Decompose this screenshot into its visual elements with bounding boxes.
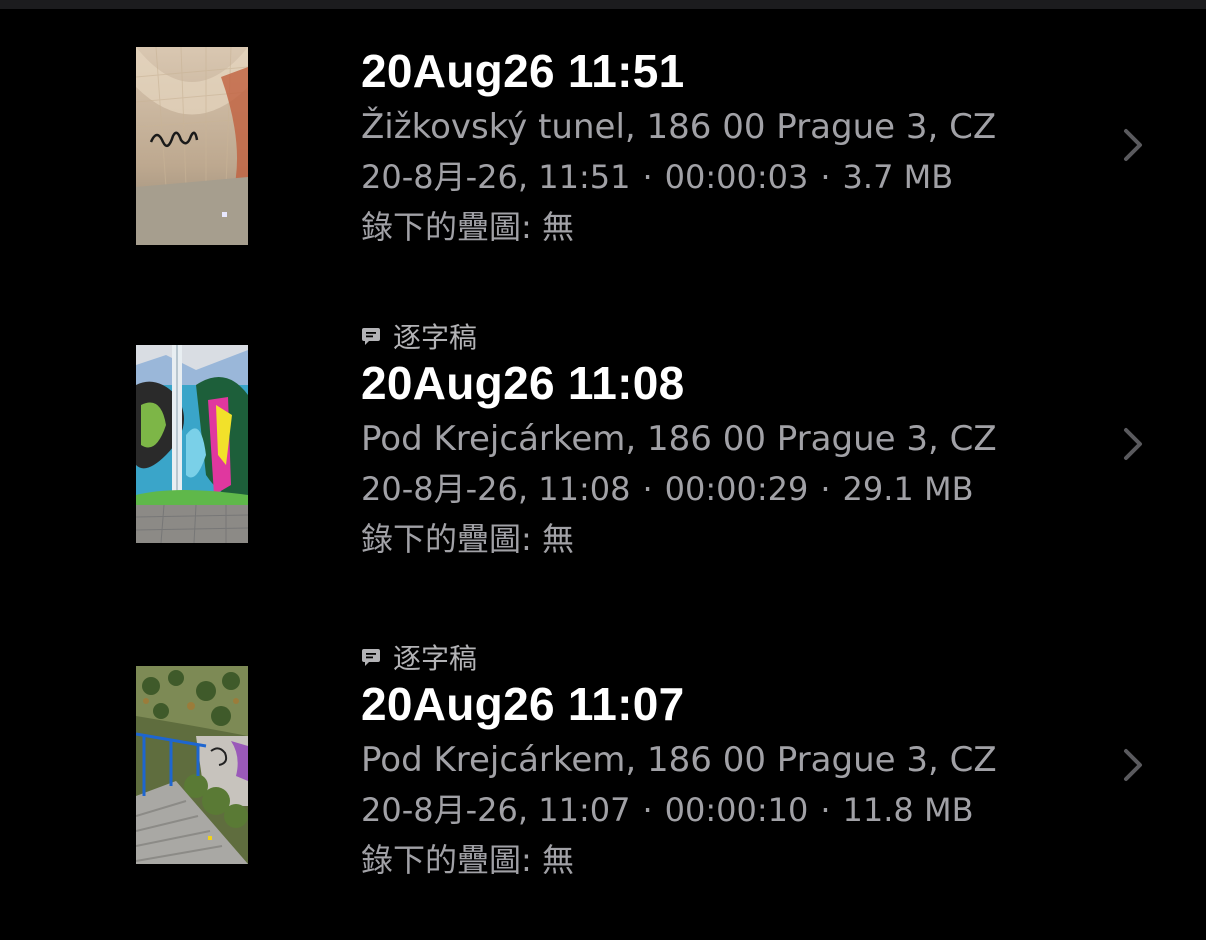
recording-size: 29.1 MB	[842, 470, 974, 508]
speech-bubble-icon	[362, 328, 380, 345]
speech-bubble-icon	[362, 649, 380, 666]
recording-date: 20-8月-26, 11:08	[361, 470, 631, 508]
tunnel-graffiti-thumbnail	[136, 47, 248, 245]
recording-size: 11.8 MB	[842, 791, 974, 829]
recording-meta: 20-8月-26, 11:07 · 00:00:10 · 11.8 MB	[361, 785, 1056, 835]
graffiti-wall-thumbnail	[136, 345, 248, 543]
separator-dot: ·	[820, 791, 831, 829]
recording-title: 20Aug26 11:08	[361, 357, 685, 409]
transcript-label: 逐字稿	[361, 316, 1056, 356]
recording-row[interactable]: 逐字稿 20Aug26 11:08 Pod Krejcárkem, 186 00…	[0, 316, 1206, 576]
recording-overlay: 錄下的疊圖: 無	[361, 520, 574, 558]
transcript-text: 逐字稿	[393, 321, 478, 354]
transcript-text: 逐字稿	[393, 642, 478, 675]
recording-overlay: 錄下的疊圖: 無	[361, 841, 574, 879]
chevron-right-icon[interactable]	[1118, 743, 1148, 787]
chevron-right-icon[interactable]	[1118, 422, 1148, 466]
recording-date: 20-8月-26, 11:51	[361, 158, 631, 196]
recording-duration: 00:00:10	[664, 791, 809, 829]
recording-title: 20Aug26 11:51	[361, 45, 685, 97]
recording-location: Pod Krejcárkem, 186 00 Prague 3, CZ	[361, 419, 997, 459]
transcript-label: 逐字稿	[361, 637, 1056, 677]
recording-overlay: 錄下的疊圖: 無	[361, 208, 574, 246]
recording-row[interactable]: 20Aug26 11:51 Žižkovský tunel, 186 00 Pr…	[0, 38, 1206, 298]
recording-location: Žižkovský tunel, 186 00 Prague 3, CZ	[361, 107, 997, 147]
recordings-list: 20Aug26 11:51 Žižkovský tunel, 186 00 Pr…	[0, 0, 1206, 940]
recording-text: 逐字稿 20Aug26 11:08 Pod Krejcárkem, 186 00…	[361, 316, 1056, 564]
separator-dot: ·	[820, 158, 831, 196]
recording-text: 20Aug26 11:51 Žižkovský tunel, 186 00 Pr…	[361, 44, 1056, 252]
recording-date: 20-8月-26, 11:07	[361, 791, 631, 829]
recording-meta: 20-8月-26, 11:51 · 00:00:03 · 3.7 MB	[361, 152, 1056, 202]
recording-location: Pod Krejcárkem, 186 00 Prague 3, CZ	[361, 740, 997, 780]
recording-title: 20Aug26 11:07	[361, 678, 685, 730]
stairs-railing-thumbnail	[136, 666, 248, 864]
recording-text: 逐字稿 20Aug26 11:07 Pod Krejcárkem, 186 00…	[361, 637, 1056, 885]
recording-duration: 00:00:03	[664, 158, 809, 196]
separator-dot: ·	[642, 470, 653, 508]
recording-size: 3.7 MB	[842, 158, 954, 196]
recording-row[interactable]: 逐字稿 20Aug26 11:07 Pod Krejcárkem, 186 00…	[0, 637, 1206, 897]
chevron-right-icon[interactable]	[1118, 123, 1148, 167]
separator-dot: ·	[820, 470, 831, 508]
separator-dot: ·	[642, 158, 653, 196]
recording-duration: 00:00:29	[664, 470, 809, 508]
separator-dot: ·	[642, 791, 653, 829]
recording-meta: 20-8月-26, 11:08 · 00:00:29 · 29.1 MB	[361, 464, 1056, 514]
